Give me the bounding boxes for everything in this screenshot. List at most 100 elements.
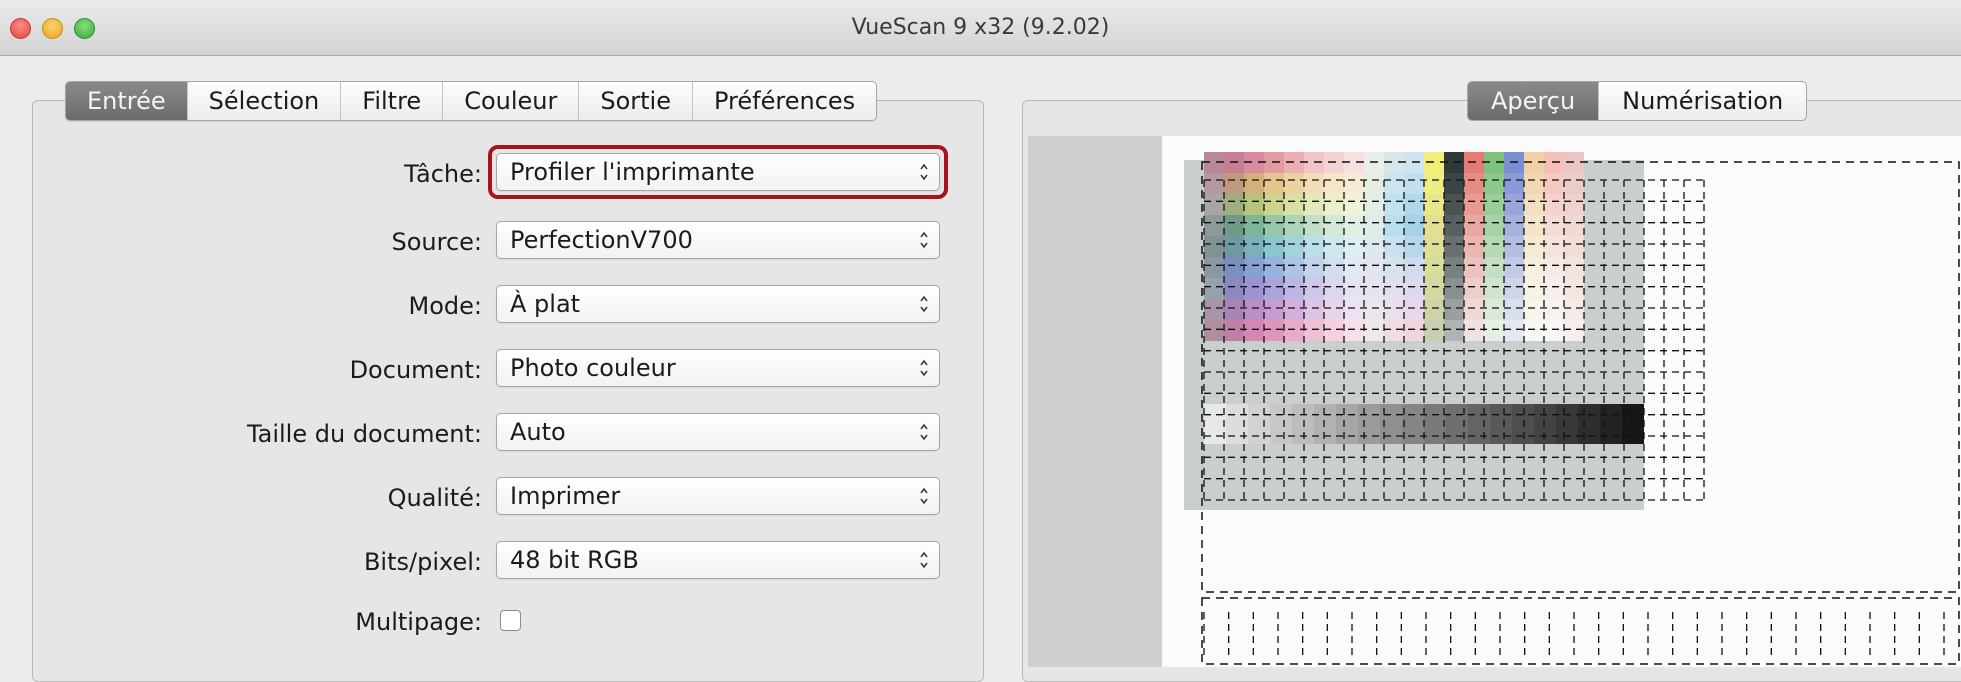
color-patch bbox=[1444, 173, 1464, 194]
color-patch bbox=[1264, 299, 1284, 320]
color-patch bbox=[1544, 194, 1564, 215]
color-patch bbox=[1284, 299, 1304, 320]
color-patch bbox=[1444, 299, 1464, 320]
bits-select[interactable]: 48 bit RGB bbox=[496, 541, 940, 579]
color-patch bbox=[1244, 278, 1264, 299]
stepper-arrows-icon bbox=[920, 295, 928, 313]
wedge-step bbox=[1204, 404, 1226, 444]
wedge-step bbox=[1446, 404, 1468, 444]
wedge-step bbox=[1380, 404, 1402, 444]
color-patch bbox=[1264, 278, 1284, 299]
color-patch bbox=[1224, 215, 1244, 236]
color-patch bbox=[1264, 173, 1284, 194]
color-patch bbox=[1324, 236, 1344, 257]
color-patch bbox=[1384, 194, 1404, 215]
color-patch bbox=[1284, 278, 1304, 299]
tab-selection[interactable]: Sélection bbox=[186, 82, 341, 120]
color-patch bbox=[1224, 257, 1244, 278]
color-patch bbox=[1384, 320, 1404, 341]
color-patch bbox=[1344, 236, 1364, 257]
color-patch bbox=[1564, 257, 1584, 278]
color-patch bbox=[1504, 257, 1524, 278]
preview-margin bbox=[1028, 136, 1162, 667]
color-patch bbox=[1324, 278, 1344, 299]
source-value: PerfectionV700 bbox=[510, 226, 693, 254]
stepper-arrows-icon bbox=[920, 551, 928, 569]
color-patch bbox=[1344, 257, 1364, 278]
color-patch bbox=[1504, 320, 1524, 341]
taille-value: Auto bbox=[510, 418, 566, 446]
color-patch bbox=[1544, 236, 1564, 257]
color-patch bbox=[1324, 299, 1344, 320]
tab-numerisation[interactable]: Numérisation bbox=[1598, 82, 1806, 120]
color-patch bbox=[1204, 278, 1224, 299]
mode-value: À plat bbox=[510, 290, 581, 318]
color-patch bbox=[1204, 236, 1224, 257]
color-patch bbox=[1244, 173, 1264, 194]
color-patch bbox=[1464, 257, 1484, 278]
color-patch bbox=[1484, 236, 1504, 257]
color-patch bbox=[1384, 278, 1404, 299]
color-patch bbox=[1344, 299, 1364, 320]
color-patch bbox=[1484, 173, 1504, 194]
color-patches bbox=[1204, 152, 1584, 341]
taille-select[interactable]: Auto bbox=[496, 413, 940, 451]
wedge-step bbox=[1578, 404, 1600, 444]
color-patch bbox=[1544, 257, 1564, 278]
tab-sortie[interactable]: Sortie bbox=[578, 82, 692, 120]
color-patch bbox=[1424, 257, 1444, 278]
preview-tabs: Aperçu Numérisation bbox=[1467, 81, 1808, 121]
tab-couleur[interactable]: Couleur bbox=[442, 82, 578, 120]
color-patch bbox=[1484, 278, 1504, 299]
color-patch bbox=[1524, 236, 1544, 257]
color-patch bbox=[1444, 278, 1464, 299]
color-patch bbox=[1424, 299, 1444, 320]
color-patch bbox=[1484, 215, 1504, 236]
document-value: Photo couleur bbox=[510, 354, 676, 382]
wedge-step bbox=[1490, 404, 1512, 444]
tab-entree[interactable]: Entrée bbox=[66, 82, 187, 120]
color-patch bbox=[1564, 173, 1584, 194]
color-patch bbox=[1404, 278, 1424, 299]
tab-filtre[interactable]: Filtre bbox=[340, 82, 442, 120]
color-patch bbox=[1324, 194, 1344, 215]
mode-select[interactable]: À plat bbox=[496, 285, 940, 323]
color-patch bbox=[1264, 257, 1284, 278]
color-patch bbox=[1324, 173, 1344, 194]
color-patch bbox=[1404, 257, 1424, 278]
document-select[interactable]: Photo couleur bbox=[496, 349, 940, 387]
color-patch bbox=[1524, 257, 1544, 278]
color-patch bbox=[1224, 173, 1244, 194]
multipage-checkbox[interactable] bbox=[500, 610, 521, 631]
color-patch bbox=[1244, 257, 1264, 278]
color-patch bbox=[1224, 194, 1244, 215]
color-patch bbox=[1204, 215, 1224, 236]
color-patch bbox=[1364, 299, 1384, 320]
color-patch bbox=[1364, 173, 1384, 194]
color-patch bbox=[1564, 320, 1584, 341]
wedge-step bbox=[1314, 404, 1336, 444]
color-patch bbox=[1544, 320, 1564, 341]
source-select[interactable]: PerfectionV700 bbox=[496, 221, 940, 259]
stepper-arrows-icon bbox=[920, 487, 928, 505]
color-patch bbox=[1384, 173, 1404, 194]
tab-apercu[interactable]: Aperçu bbox=[1468, 82, 1599, 120]
color-patch bbox=[1464, 215, 1484, 236]
color-patch bbox=[1304, 278, 1324, 299]
color-patch bbox=[1424, 236, 1444, 257]
wedge-step bbox=[1600, 404, 1622, 444]
color-patch bbox=[1364, 236, 1384, 257]
color-patch bbox=[1464, 299, 1484, 320]
color-patch bbox=[1444, 215, 1464, 236]
tab-preferences[interactable]: Préférences bbox=[692, 82, 876, 120]
qualite-select[interactable]: Imprimer bbox=[496, 477, 940, 515]
color-patch bbox=[1424, 173, 1444, 194]
color-patch bbox=[1344, 194, 1364, 215]
color-patch bbox=[1204, 194, 1224, 215]
color-patch bbox=[1304, 257, 1324, 278]
wedge-step bbox=[1270, 404, 1292, 444]
color-patch bbox=[1424, 194, 1444, 215]
color-patch bbox=[1324, 320, 1344, 341]
wedge-step bbox=[1622, 404, 1644, 444]
qualite-label: Qualité: bbox=[387, 484, 482, 512]
